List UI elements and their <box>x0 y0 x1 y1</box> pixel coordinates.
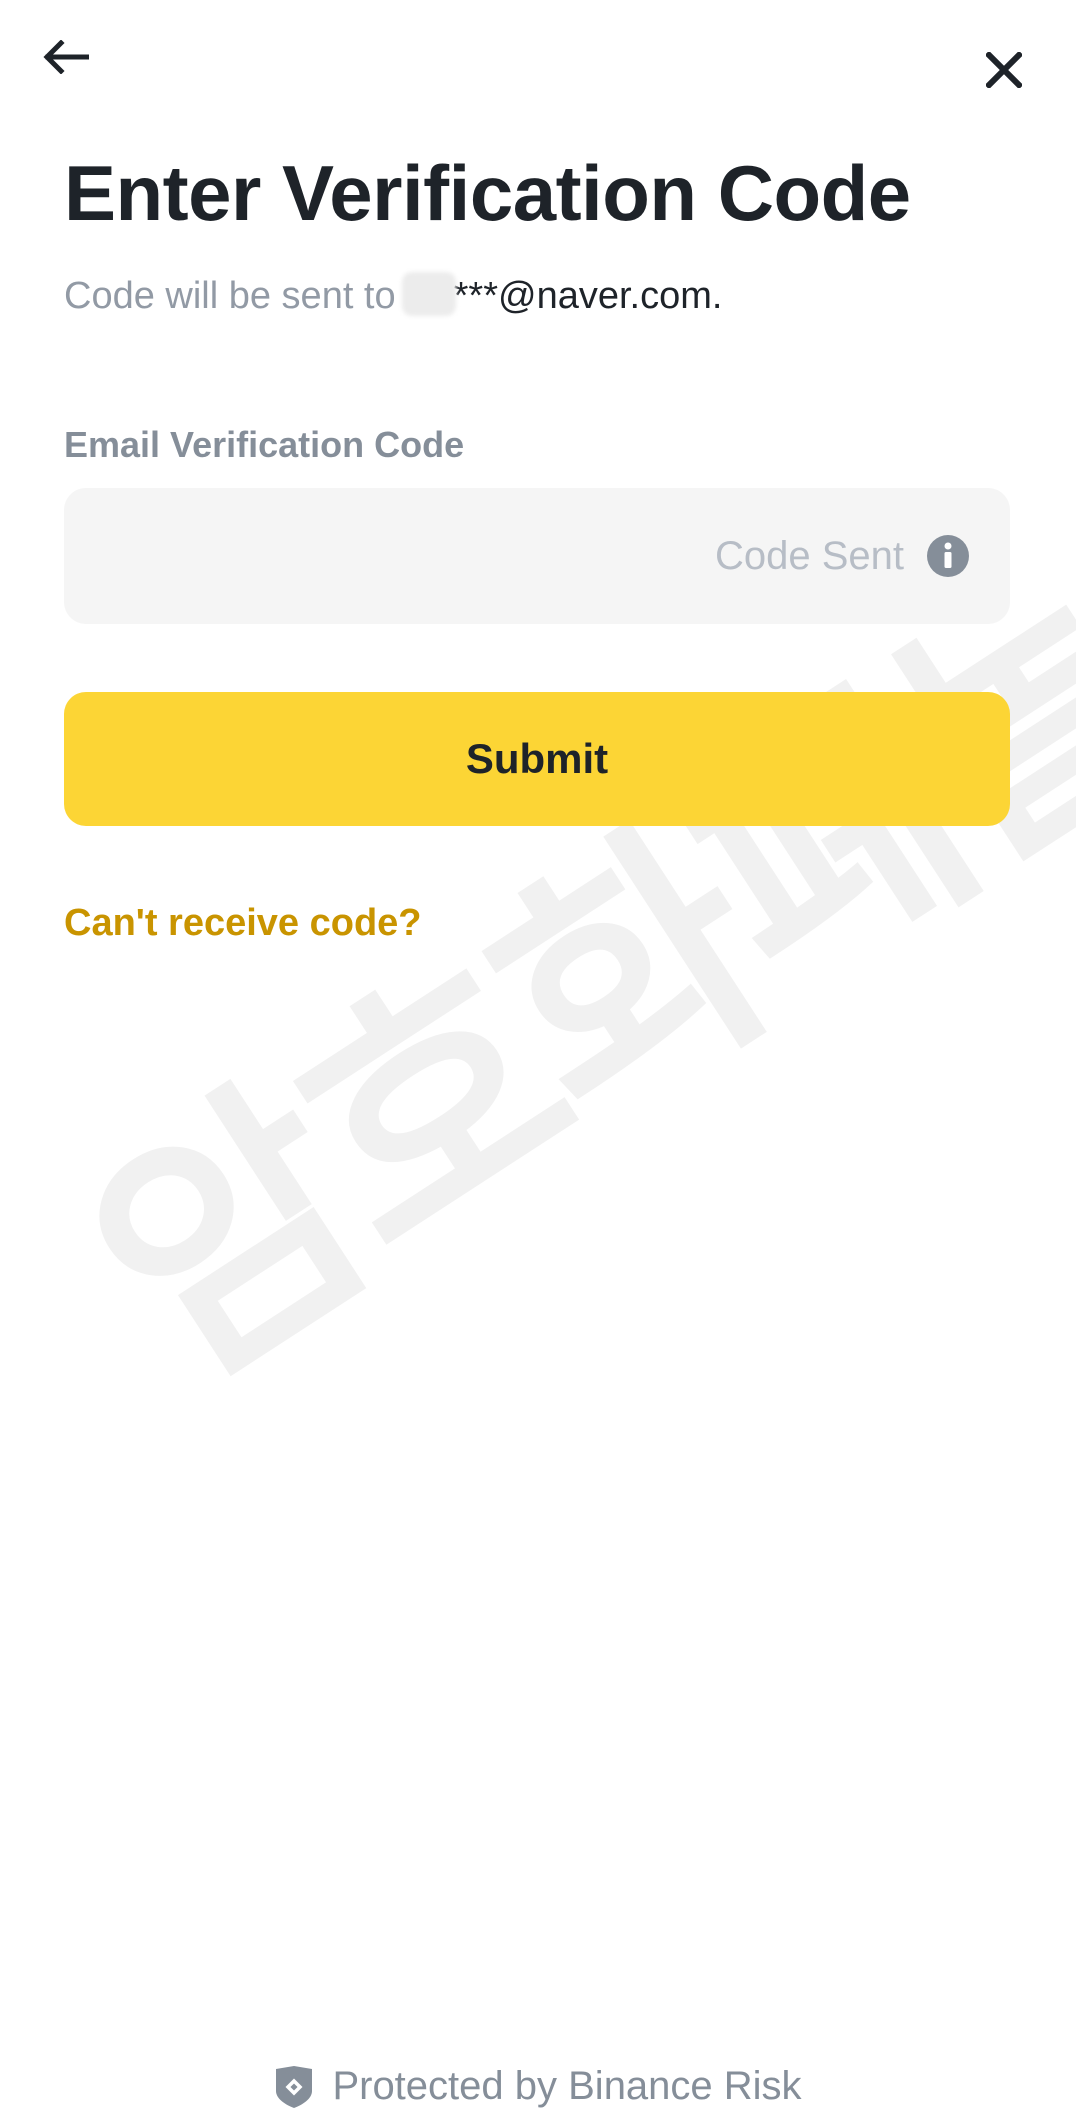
masked-email: ***@naver.com. <box>453 275 723 317</box>
subtitle-prefix: Code will be sent to <box>64 275 396 317</box>
shield-icon <box>276 2065 313 2108</box>
cant-receive-code-link[interactable]: Can't receive code? <box>64 902 422 945</box>
email-code-label: Email Verification Code <box>64 424 465 465</box>
close-button[interactable] <box>974 40 1034 100</box>
close-icon <box>986 52 1022 88</box>
footer-text: Protected by Binance Risk <box>332 2064 802 2108</box>
back-button[interactable] <box>36 32 96 82</box>
footer: Protected by Binance Risk <box>0 2064 1076 2109</box>
submit-button[interactable]: Submit <box>64 692 1010 826</box>
redacted-email-part <box>401 272 456 316</box>
arrow-left-icon <box>43 40 89 74</box>
info-icon[interactable] <box>926 534 970 578</box>
code-sent-status: Code Sent <box>714 533 904 578</box>
page-subtitle: Code will be sent to ***@naver.com. <box>64 272 722 318</box>
email-code-field: Code Sent <box>64 488 1010 624</box>
email-code-input[interactable] <box>64 488 715 624</box>
page-title: Enter Verification Code <box>64 149 911 237</box>
verification-screen: 암호화폐놀이터 Enter Verification Code Code wil… <box>0 0 1076 2128</box>
